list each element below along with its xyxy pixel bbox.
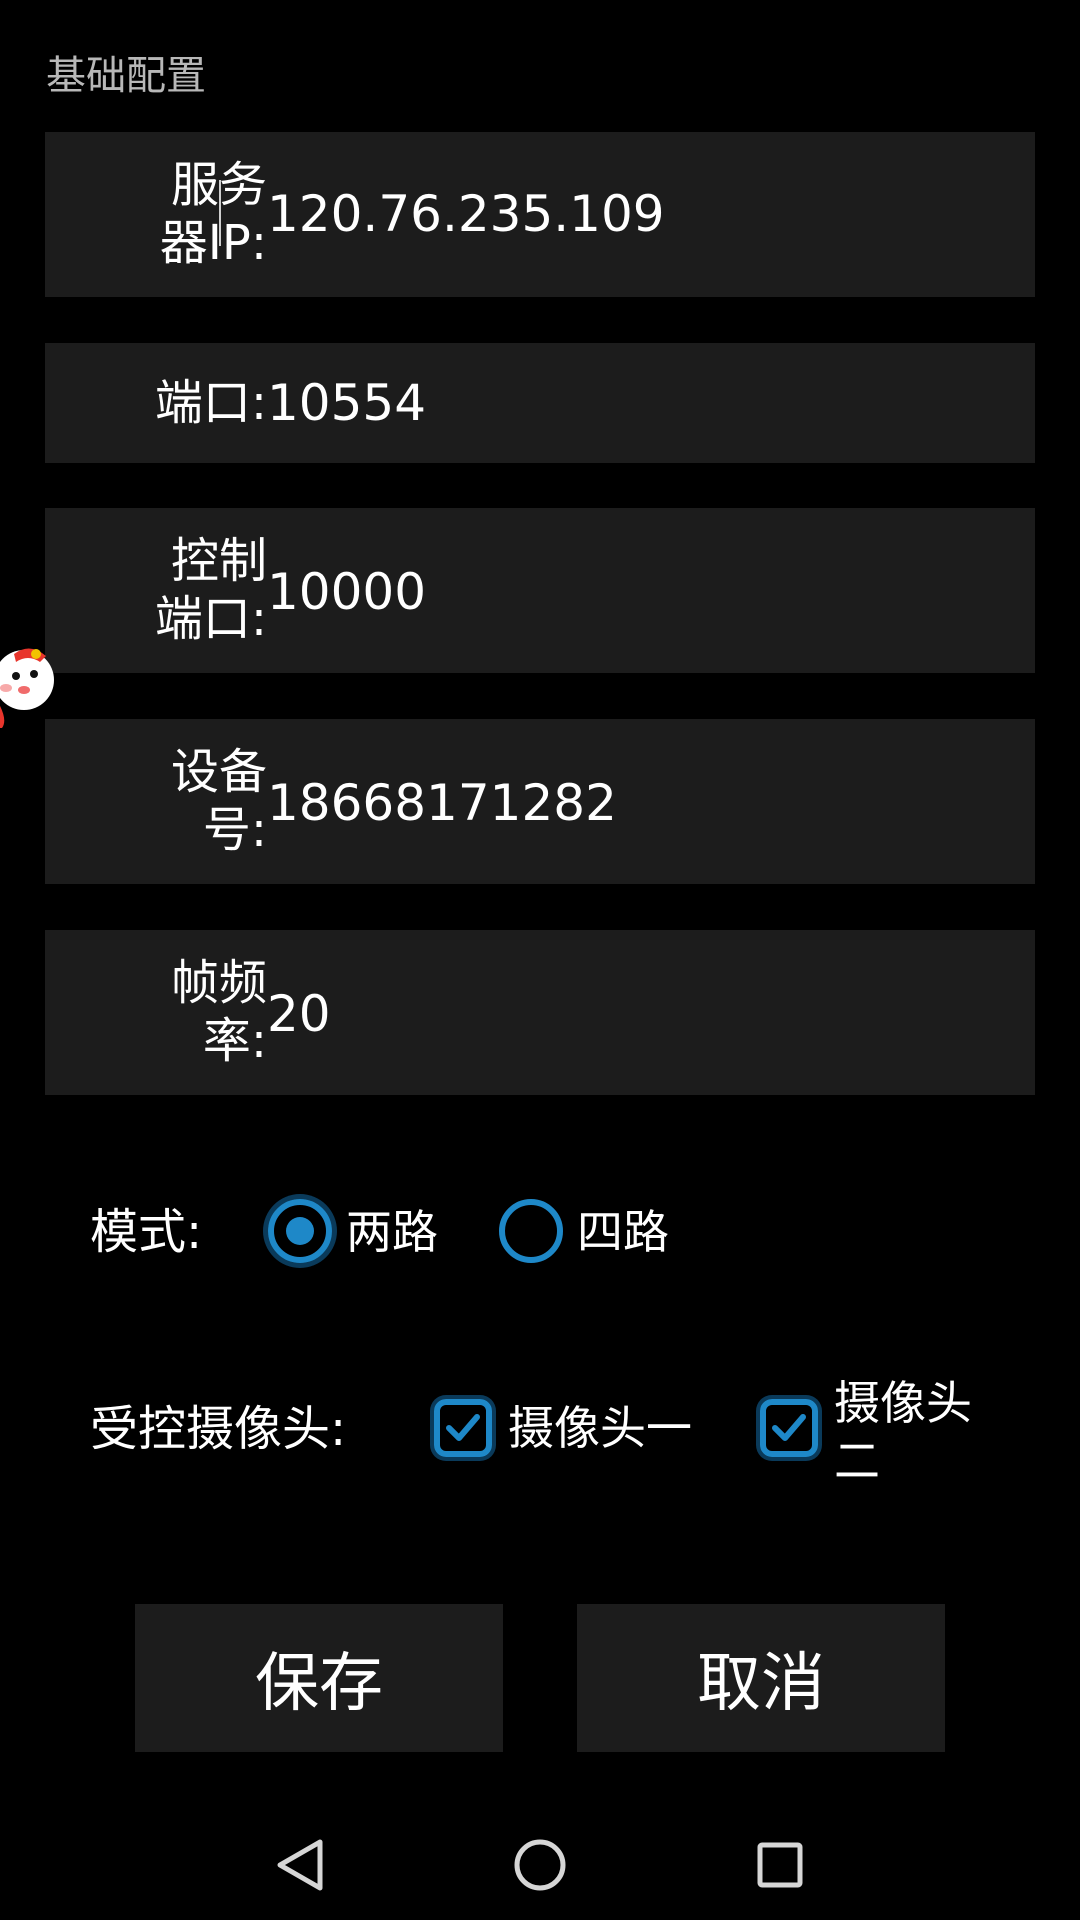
section-title: 基础配置 bbox=[46, 53, 206, 99]
control-port-row[interactable]: 控制端口: bbox=[45, 508, 1035, 673]
radio-selected-dot bbox=[286, 1217, 314, 1245]
text-caret bbox=[219, 180, 221, 246]
cameras-label: 受控摄像头: bbox=[90, 1401, 347, 1457]
device-number-row[interactable]: 设备号: bbox=[45, 719, 1035, 884]
nav-recents-icon[interactable] bbox=[745, 1830, 815, 1900]
nav-home-icon[interactable] bbox=[505, 1830, 575, 1900]
control-port-input[interactable] bbox=[267, 562, 1007, 622]
save-button[interactable]: 保存 bbox=[135, 1604, 503, 1752]
camera-one-label[interactable]: 摄像头一 bbox=[508, 1400, 692, 1456]
server-ip-row[interactable]: 服务器IP: bbox=[45, 132, 1035, 297]
mode-radio-four[interactable] bbox=[499, 1199, 563, 1263]
mode-radio-two[interactable] bbox=[268, 1199, 332, 1263]
frame-rate-label: 帧频率: bbox=[170, 955, 267, 1069]
nav-back-icon[interactable] bbox=[266, 1830, 336, 1900]
port-row[interactable]: 端口: bbox=[45, 343, 1035, 463]
camera-two-label[interactable]: 摄像头二 bbox=[834, 1374, 984, 1490]
control-port-label: 控制端口: bbox=[154, 533, 267, 647]
mode-label: 模式: bbox=[90, 1204, 203, 1260]
cancel-button[interactable]: 取消 bbox=[577, 1604, 945, 1752]
frame-rate-input[interactable] bbox=[267, 984, 1007, 1044]
frame-rate-row[interactable]: 帧频率: bbox=[45, 930, 1035, 1095]
device-number-input[interactable] bbox=[267, 773, 1007, 833]
device-number-label: 设备号: bbox=[170, 744, 267, 858]
mode-option-four-label[interactable]: 四路 bbox=[577, 1204, 669, 1260]
mode-option-two-label[interactable]: 两路 bbox=[346, 1204, 438, 1260]
server-ip-label: 服务器IP: bbox=[159, 157, 267, 271]
camera-one-checkbox[interactable] bbox=[434, 1399, 492, 1457]
server-ip-input[interactable] bbox=[267, 184, 1007, 244]
check-icon bbox=[772, 1414, 806, 1441]
check-icon bbox=[446, 1414, 480, 1441]
port-input[interactable] bbox=[267, 373, 1007, 433]
mascot-icon[interactable] bbox=[0, 632, 60, 728]
port-label: 端口: bbox=[154, 375, 267, 431]
camera-two-checkbox[interactable] bbox=[760, 1399, 818, 1457]
